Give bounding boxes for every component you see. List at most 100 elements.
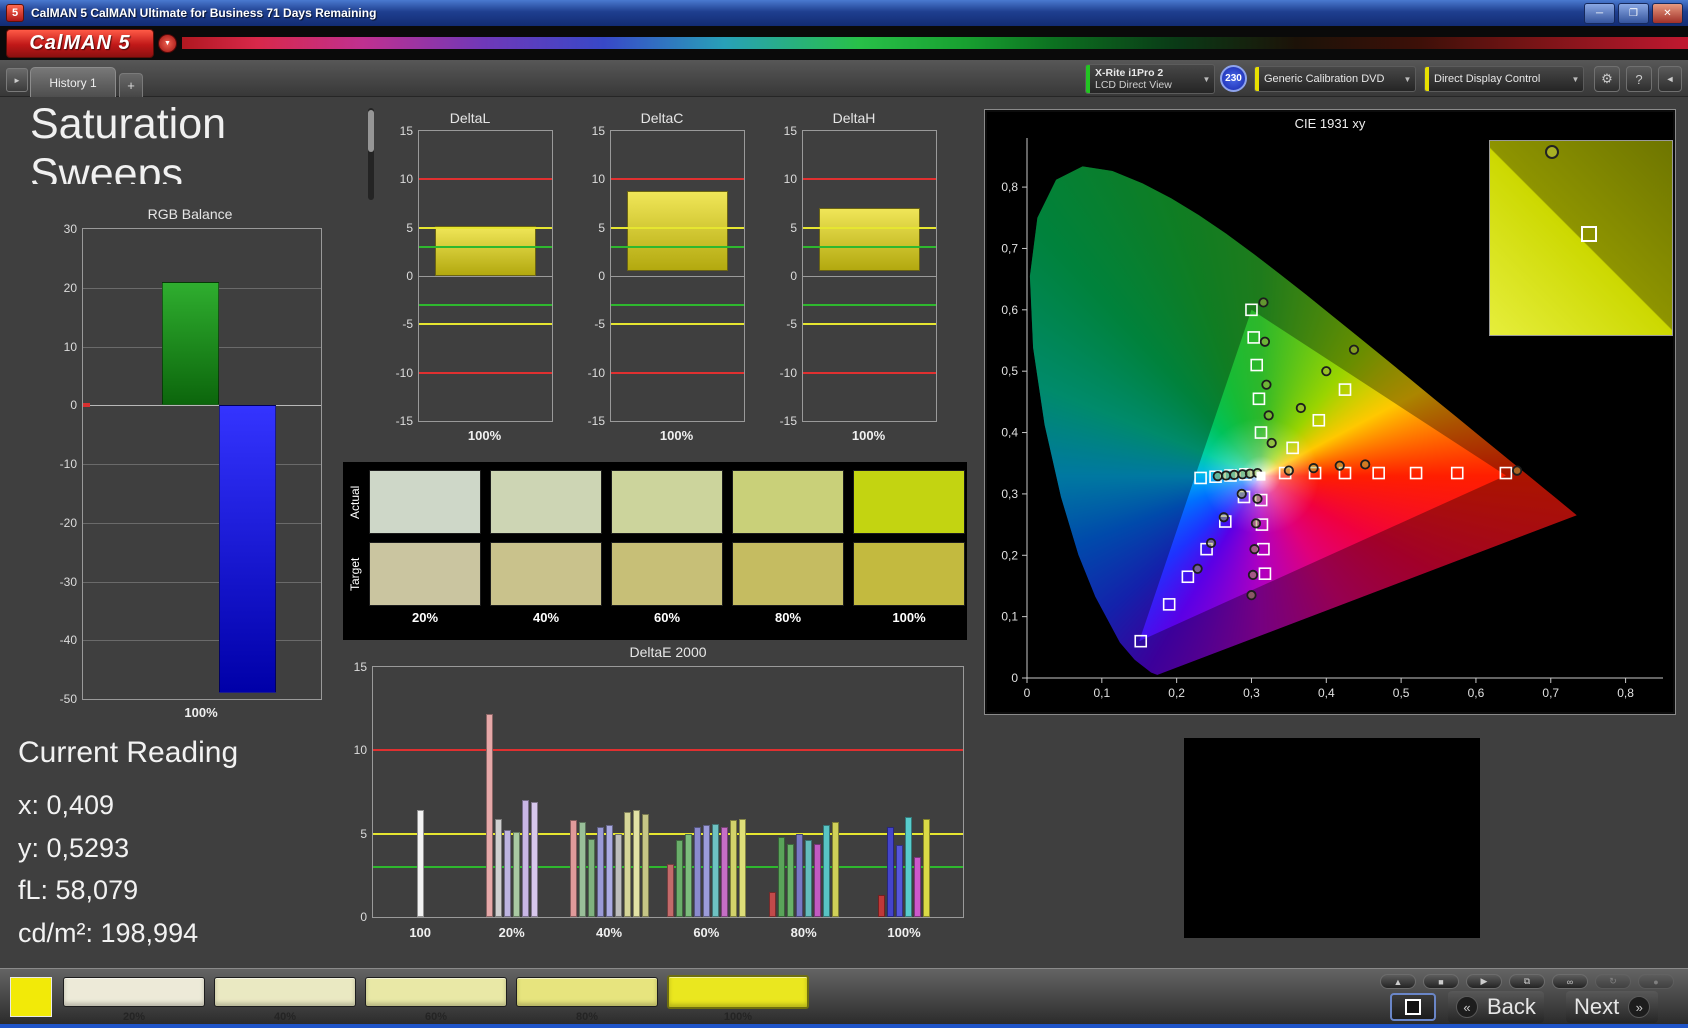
panel-toggle-button[interactable]: ►: [6, 68, 28, 92]
blue-bar: [218, 405, 276, 694]
next-button[interactable]: Next »: [1566, 991, 1659, 1023]
logo-dropdown-button[interactable]: ▼: [158, 34, 177, 53]
gridline: [83, 405, 321, 407]
deltae-bar: [623, 812, 631, 917]
deltae-bar: [914, 857, 921, 917]
y-tick-label: 15: [783, 124, 797, 138]
deltae-bar: [804, 840, 812, 917]
stop-button[interactable]: [1390, 993, 1436, 1021]
y-tick-label: 15: [399, 124, 413, 138]
deltaH-plot: 15 10 5 0 -5 -10 -15: [780, 124, 937, 428]
pattern-swatch-60%[interactable]: [365, 977, 507, 1007]
slider-handle[interactable]: [368, 110, 374, 152]
back-button[interactable]: « Back: [1448, 991, 1544, 1023]
deltae-bar: [485, 713, 493, 917]
reference-line: [419, 246, 552, 248]
eject-button[interactable]: ▲: [1380, 974, 1416, 989]
zoom-slider[interactable]: [368, 108, 374, 200]
y-tick-label: -5: [402, 317, 413, 332]
gear-icon: ⚙: [1601, 71, 1613, 86]
record-button[interactable]: ●: [1638, 974, 1674, 989]
source-label: Generic Calibration DVD: [1264, 72, 1385, 85]
deltae-plot: 0 5 10 15 100 20% 40% 60% 80% 100%: [354, 660, 964, 940]
tab-history-1[interactable]: History 1: [30, 67, 116, 97]
app-icon: 5: [6, 4, 24, 22]
svg-text:0,3: 0,3: [1001, 487, 1018, 501]
reference-line: [611, 178, 744, 181]
stop-small-button[interactable]: ■: [1423, 974, 1459, 989]
calman-logo[interactable]: CalMAN 5: [6, 29, 154, 58]
help-button[interactable]: ?: [1626, 66, 1652, 92]
y-tick-label: -50: [59, 692, 77, 706]
svg-text:0: 0: [1024, 686, 1031, 700]
y-tick-label: 15: [353, 660, 367, 674]
deltae-bar: [887, 827, 894, 917]
pattern-swatch-100%[interactable]: [667, 975, 809, 1009]
play-button[interactable]: ▶: [1466, 974, 1502, 989]
reference-line: [611, 304, 744, 306]
swatch-comparison-panel: Actual Target 20% 40% 60% 80% 100%: [343, 462, 967, 640]
deltae-bar: [738, 818, 746, 917]
x-category-label: 20%: [498, 925, 525, 940]
reference-line: [611, 371, 744, 374]
display-control-dropdown[interactable]: Direct Display Control ▼: [1424, 66, 1584, 92]
deltae-bar: [614, 833, 622, 917]
page-title-line2: Sweeps: [30, 149, 183, 184]
target-swatch: [490, 542, 602, 606]
svg-text:0,1: 0,1: [1093, 686, 1110, 700]
svg-text:0,8: 0,8: [1001, 180, 1018, 194]
deltae-bar: [578, 822, 586, 917]
chevron-down-icon: ▼: [1202, 74, 1211, 84]
deltae-bar: [786, 843, 794, 917]
reference-line: [803, 304, 936, 306]
loop-button[interactable]: ∞: [1552, 974, 1588, 989]
y-tick-label: 5: [790, 220, 797, 235]
refresh-button[interactable]: ↻: [1595, 974, 1631, 989]
meter-dropdown[interactable]: X-Rite i1Pro 2 LCD Direct View ▼: [1085, 64, 1215, 94]
pattern-swatch-80%[interactable]: [516, 977, 658, 1007]
chart-rgb-balance: RGB Balance 30 20 10 0 -10 -20 -30 -40 -50 100%: [44, 206, 336, 740]
svg-text:0,7: 0,7: [1542, 686, 1559, 700]
deltae-bar: [795, 833, 803, 917]
settings-button[interactable]: ⚙: [1594, 66, 1620, 92]
y-tick-label: 5: [598, 220, 605, 235]
deltae-bar: [666, 863, 674, 917]
y-tick-label: -5: [594, 317, 605, 332]
reference-line: [373, 832, 963, 835]
delta-bar: [434, 225, 537, 276]
deltae-bar: [684, 833, 692, 917]
pattern-swatch-label: 20%: [122, 1011, 146, 1023]
collapse-button[interactable]: ◄: [1658, 66, 1682, 92]
svg-text:0: 0: [1011, 671, 1018, 685]
reference-line: [803, 226, 936, 229]
chart-title: DeltaE 2000: [629, 644, 707, 660]
source-dropdown[interactable]: Generic Calibration DVD ▼: [1254, 66, 1416, 92]
current-pattern-chip[interactable]: [10, 977, 52, 1017]
deltae-bar: [923, 818, 930, 917]
reference-line: [419, 304, 552, 306]
window-frame-edge: [0, 1024, 1688, 1028]
current-reading: Current Reading x: 0,409 y: 0,5293 fL: 5…: [18, 736, 238, 955]
row-label: Actual: [348, 485, 362, 519]
x-axis-label: 100%: [659, 428, 694, 443]
column-label: 80%: [774, 610, 802, 625]
frames-button[interactable]: ⧉: [1509, 974, 1545, 989]
deltae-bar: [632, 810, 640, 917]
pattern-swatch-20%[interactable]: [63, 977, 205, 1007]
column-label: 100%: [892, 610, 926, 625]
zero-marker: [83, 403, 90, 408]
display-control-label: Direct Display Control: [1434, 72, 1541, 85]
delta-bar: [818, 208, 921, 272]
rainbow-strip: [182, 37, 1688, 49]
close-button[interactable]: ✕: [1652, 3, 1683, 24]
add-tab-button[interactable]: +: [119, 73, 143, 97]
restore-button[interactable]: ❐: [1618, 3, 1649, 24]
video-preview: [1184, 738, 1480, 938]
svg-text:0,4: 0,4: [1318, 686, 1335, 700]
minimize-button[interactable]: ─: [1584, 3, 1615, 24]
current-reading-heading: Current Reading: [18, 736, 239, 769]
pattern-swatch-40%[interactable]: [214, 977, 356, 1007]
chart-deltae-2000: DeltaE 2000 0 5 10 15 100 20% 40% 60% 80% 100%: [336, 644, 1000, 954]
y-tick-label: 0: [790, 269, 797, 283]
transport-bar: 20% 40% 60% 80% 100% ▲ ■ ▶ ⧉ ∞ ↻ ● « Back Next »: [0, 968, 1688, 1024]
